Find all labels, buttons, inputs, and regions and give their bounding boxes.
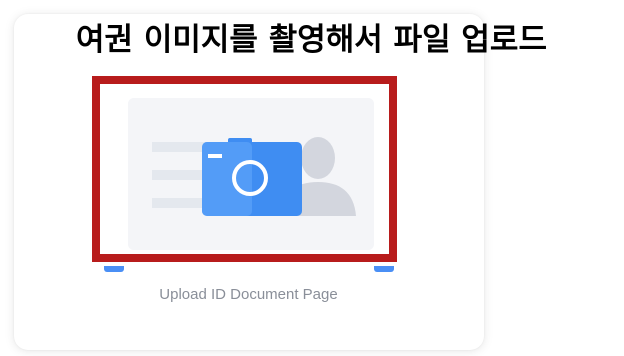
annotation-highlight-box [92,76,397,262]
annotation-caption: 여권 이미지를 촬영해서 파일 업로드 [76,22,547,58]
upload-id-document-label[interactable]: Upload ID Document Page [0,285,497,305]
screen: 여권 이미지를 촬영해서 파일 업로드 Upload ID Document P… [0,0,624,356]
tile-corner-accent-right [374,266,394,272]
tile-corner-accent-left [104,266,124,272]
